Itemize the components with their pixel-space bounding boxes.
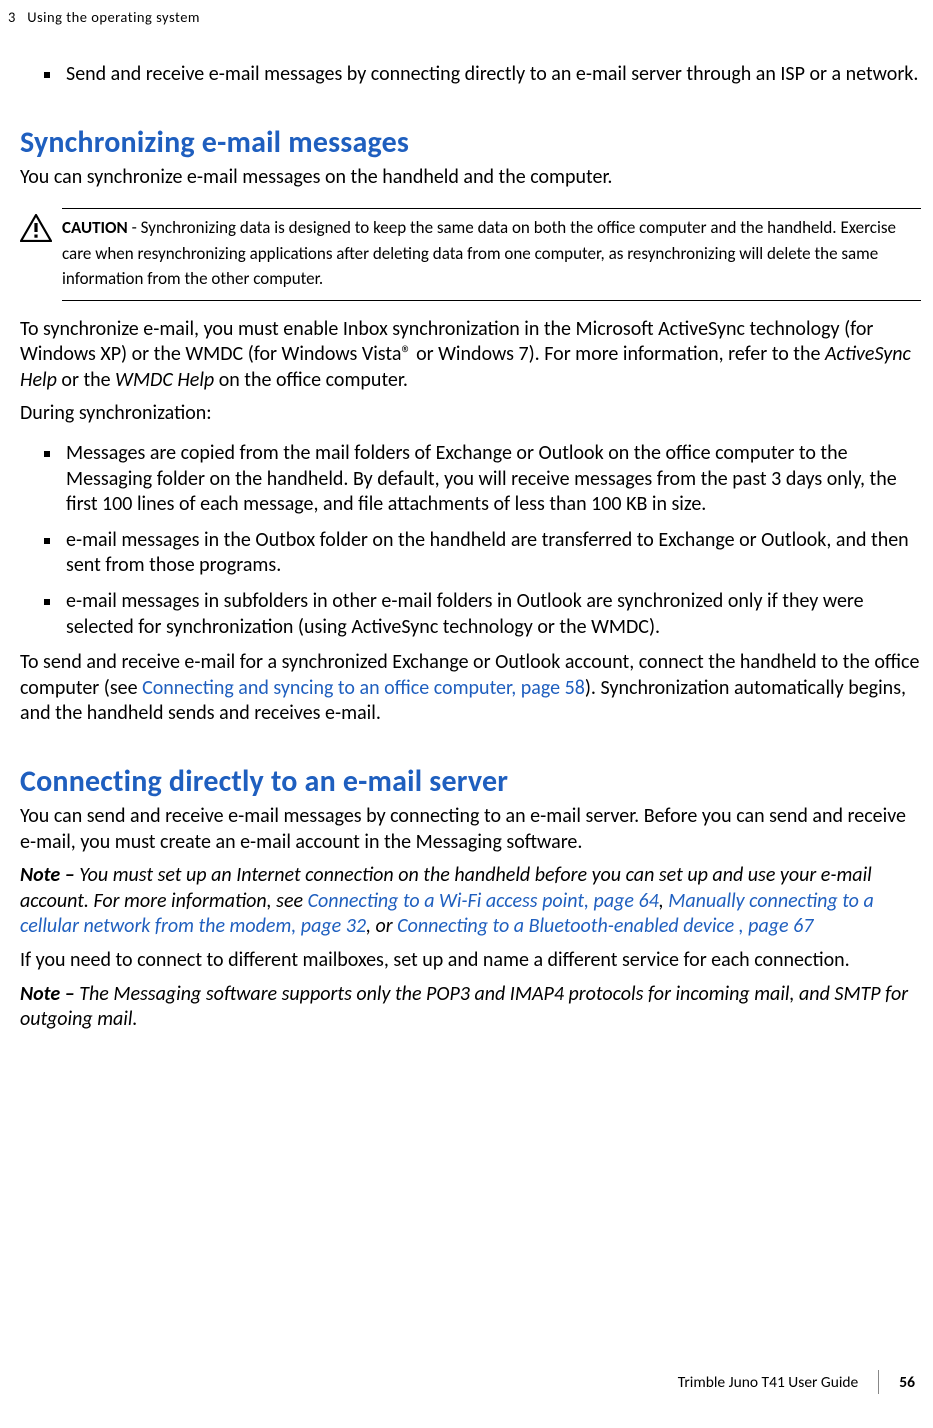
chapter-number: 3 xyxy=(8,8,16,26)
note-label: Note – xyxy=(20,863,75,887)
link-bluetooth-device[interactable]: Connecting to a Bluetooth-enabled device… xyxy=(397,914,813,938)
footer-guide-title: Trimble Juno T41 User Guide xyxy=(678,1373,859,1392)
footer-separator xyxy=(878,1370,879,1394)
list-item: Send and receive e-mail messages by conn… xyxy=(66,62,921,88)
warning-triangle-icon xyxy=(20,214,52,247)
sync-bullet-list: Messages are copied from the mail folder… xyxy=(20,441,921,640)
caution-label: CAUTION xyxy=(62,217,128,238)
list-item: e-mail messages in subfolders in other e… xyxy=(66,589,921,640)
list-item: e-mail messages in the Outbox folder on … xyxy=(66,528,921,579)
sync-para-activesync: To synchronize e-mail, you must enable I… xyxy=(20,317,921,394)
heading-synchronizing: Synchronizing e-mail messages xyxy=(20,124,921,161)
body-content: Send and receive e-mail messages by conn… xyxy=(20,62,921,1033)
note-internet-connection: Note – You must set up an Internet conne… xyxy=(20,863,921,940)
note-label: Note – xyxy=(20,982,75,1006)
caution-body: Synchronizing data is designed to keep t… xyxy=(62,217,896,289)
conn-mailboxes-para: If you need to connect to different mail… xyxy=(20,948,921,974)
wmdc-help-em: WMDC Help xyxy=(115,368,214,392)
link-connecting-syncing[interactable]: Connecting and syncing to an office comp… xyxy=(142,676,585,700)
sync-para-send-receive: To send and receive e-mail for a synchro… xyxy=(20,650,921,727)
intro-list: Send and receive e-mail messages by conn… xyxy=(20,62,921,88)
chapter-title: Using the operating system xyxy=(27,8,200,26)
list-item: Messages are copied from the mail folder… xyxy=(66,441,921,518)
page-footer: Trimble Juno T41 User Guide 56 xyxy=(678,1370,915,1394)
during-sync-para: During synchronization: xyxy=(20,401,921,427)
heading-connecting-directly: Connecting directly to an e-mail server xyxy=(20,763,921,800)
caution-text: CAUTION - Synchronizing data is designed… xyxy=(62,215,921,292)
conn-intro-para: You can send and receive e-mail messages… xyxy=(20,804,921,855)
footer-page-number: 56 xyxy=(899,1373,915,1392)
page: 3 Using the operating system Send and re… xyxy=(0,0,933,1428)
caution-block: CAUTION - Synchronizing data is designed… xyxy=(20,208,921,301)
running-header: 3 Using the operating system xyxy=(8,8,200,26)
sync-intro-para: You can synchronize e-mail messages on t… xyxy=(20,165,921,191)
link-wifi-access-point[interactable]: Connecting to a Wi-Fi access point, page… xyxy=(308,889,659,913)
note-protocols: Note – The Messaging software supports o… xyxy=(20,982,921,1033)
intro-bullet-text: Send and receive e-mail messages by conn… xyxy=(66,62,918,86)
